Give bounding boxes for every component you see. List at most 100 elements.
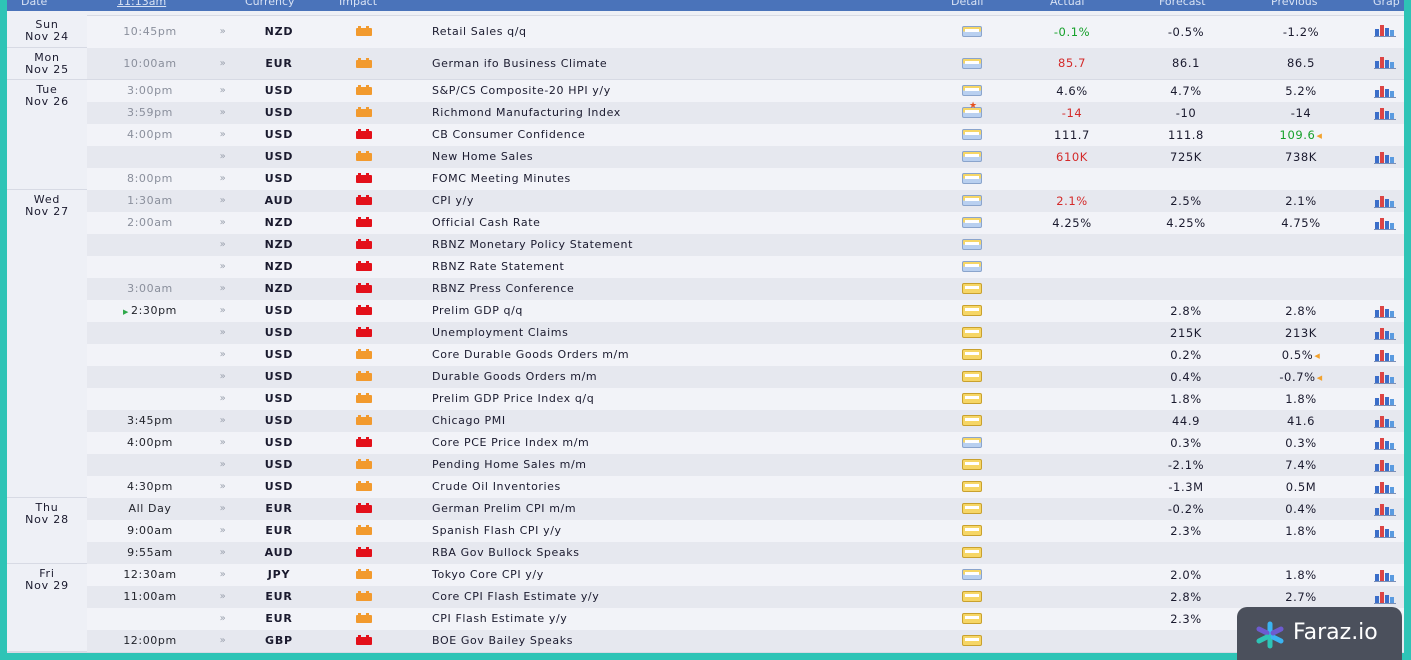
sound-icon[interactable]: » (215, 212, 231, 234)
medium-impact-icon[interactable] (356, 371, 372, 381)
graph-icon[interactable] (1374, 86, 1398, 98)
event-name[interactable]: Prelim GDP q/q (432, 300, 852, 322)
sound-icon[interactable]: » (215, 432, 231, 454)
sound-icon[interactable]: » (215, 366, 231, 388)
table-row[interactable]: » USD New Home Sales 610K 725K 738K (7, 146, 1404, 169)
table-row[interactable]: 9:00am » EUR Spanish Flash CPI y/y 2.3% 1.8% (7, 520, 1404, 543)
detail-folder-icon[interactable] (962, 26, 984, 38)
detail-folder-icon[interactable] (962, 569, 984, 581)
medium-impact-icon[interactable] (356, 481, 372, 491)
detail-folder-icon[interactable] (962, 327, 984, 339)
detail-folder-icon[interactable] (962, 393, 984, 405)
header-actual[interactable]: Actual (1050, 0, 1084, 8)
detail-folder-icon[interactable] (962, 261, 984, 273)
medium-impact-icon[interactable] (356, 85, 372, 95)
medium-impact-icon[interactable] (356, 415, 372, 425)
detail-folder-icon[interactable] (962, 635, 984, 647)
graph-icon[interactable] (1374, 438, 1398, 450)
header-date[interactable]: Date (21, 0, 47, 8)
sound-icon[interactable]: » (215, 476, 231, 498)
event-name[interactable]: RBNZ Monetary Policy Statement (432, 234, 852, 256)
event-name[interactable]: Official Cash Rate (432, 212, 852, 234)
high-impact-icon[interactable] (356, 547, 372, 557)
high-impact-icon[interactable] (356, 239, 372, 249)
table-row[interactable]: 11:00am » EUR Core CPI Flash Estimate y/y 2.… (7, 586, 1404, 609)
graph-icon[interactable] (1374, 108, 1398, 120)
graph-icon[interactable] (1374, 592, 1398, 604)
sound-icon[interactable]: » (215, 80, 231, 102)
detail-folder-icon[interactable] (962, 503, 984, 515)
table-row[interactable]: » USD Prelim GDP Price Index q/q 1.8% 1.8% (7, 388, 1404, 411)
table-row[interactable]: » NZD RBNZ Rate Statement (7, 256, 1404, 279)
event-name[interactable]: Pending Home Sales m/m (432, 454, 852, 476)
table-row[interactable]: 3:00pm » USD S&P/CS Composite-20 HPI y/y 4.6… (7, 80, 1404, 103)
event-name[interactable]: Unemployment Claims (432, 322, 852, 344)
graph-icon[interactable] (1374, 306, 1398, 318)
sound-icon[interactable]: » (215, 124, 231, 146)
sound-icon[interactable]: » (215, 542, 231, 564)
event-name[interactable]: Core PCE Price Index m/m (432, 432, 852, 454)
sound-icon[interactable]: » (215, 410, 231, 432)
high-impact-icon[interactable] (356, 283, 372, 293)
graph-icon[interactable] (1374, 57, 1398, 69)
sound-icon[interactable]: » (215, 234, 231, 256)
table-row[interactable]: » USD Pending Home Sales m/m -2.1% 7.4% (7, 454, 1404, 477)
table-row[interactable]: ▶ 2:30pm» USD Prelim GDP q/q 2.8% 2.8% (7, 300, 1404, 323)
table-row[interactable]: » USD Core Durable Goods Orders m/m 0.2% 0.5… (7, 344, 1404, 367)
sound-icon[interactable]: » (215, 322, 231, 344)
event-name[interactable]: German ifo Business Climate (432, 48, 852, 70)
graph-icon[interactable] (1374, 350, 1398, 362)
table-row[interactable]: » NZD RBNZ Monetary Policy Statement (7, 234, 1404, 257)
table-row[interactable]: 12:30am » JPY Tokyo Core CPI y/y 2.0% 1.8% (7, 564, 1404, 587)
medium-impact-icon[interactable] (356, 58, 372, 68)
header-forecast[interactable]: Forecast (1159, 0, 1206, 8)
detail-folder-icon[interactable] (962, 305, 984, 317)
detail-folder-icon[interactable] (962, 173, 984, 185)
table-row[interactable]: 3:00am » NZD RBNZ Press Conference (7, 278, 1404, 301)
high-impact-icon[interactable] (356, 503, 372, 513)
header-graph[interactable]: Grap (1373, 0, 1400, 8)
medium-impact-icon[interactable] (356, 107, 372, 117)
medium-impact-icon[interactable] (356, 591, 372, 601)
high-impact-icon[interactable] (356, 437, 372, 447)
event-name[interactable]: Spanish Flash CPI y/y (432, 520, 852, 542)
high-impact-icon[interactable] (356, 635, 372, 645)
detail-folder-icon[interactable] (962, 459, 984, 471)
medium-impact-icon[interactable] (356, 569, 372, 579)
high-impact-icon[interactable] (356, 305, 372, 315)
sound-icon[interactable]: » (215, 16, 231, 38)
detail-folder-icon[interactable] (962, 591, 984, 603)
medium-impact-icon[interactable] (356, 393, 372, 403)
detail-folder-icon[interactable]: ★ (962, 102, 984, 119)
event-name[interactable]: Durable Goods Orders m/m (432, 366, 852, 388)
event-name[interactable]: RBNZ Press Conference (432, 278, 852, 300)
detail-folder-icon[interactable] (962, 58, 984, 70)
detail-folder-icon[interactable] (962, 481, 984, 493)
graph-icon[interactable] (1374, 394, 1398, 406)
detail-folder-icon[interactable] (962, 151, 984, 163)
sound-icon[interactable]: » (215, 190, 231, 212)
detail-folder-icon[interactable] (962, 415, 984, 427)
detail-folder-icon[interactable] (962, 85, 984, 97)
sound-icon[interactable]: » (215, 388, 231, 410)
event-name[interactable]: Chicago PMI (432, 410, 852, 432)
event-name[interactable]: New Home Sales (432, 146, 852, 168)
sound-icon[interactable]: » (215, 300, 231, 322)
graph-icon[interactable] (1374, 196, 1398, 208)
event-name[interactable]: Richmond Manufacturing Index (432, 102, 852, 124)
sound-icon[interactable]: » (215, 278, 231, 300)
high-impact-icon[interactable] (356, 129, 372, 139)
event-name[interactable]: BOE Gov Bailey Speaks (432, 630, 852, 652)
graph-icon[interactable] (1374, 482, 1398, 494)
event-name[interactable]: S&P/CS Composite-20 HPI y/y (432, 80, 852, 102)
table-row[interactable]: 9:55am » AUD RBA Gov Bullock Speaks (7, 542, 1404, 565)
event-name[interactable]: German Prelim CPI m/m (432, 498, 852, 520)
graph-icon[interactable] (1374, 416, 1398, 428)
table-row[interactable]: 4:00pm » USD CB Consumer Confidence 111.7 111… (7, 124, 1404, 147)
table-row[interactable]: 8:00pm » USD FOMC Meeting Minutes (7, 168, 1404, 191)
detail-folder-icon[interactable] (962, 349, 984, 361)
medium-impact-icon[interactable] (356, 525, 372, 535)
table-row[interactable]: » USD Unemployment Claims 215K 213K (7, 322, 1404, 345)
sound-icon[interactable]: » (215, 168, 231, 190)
event-name[interactable]: RBNZ Rate Statement (432, 256, 852, 278)
